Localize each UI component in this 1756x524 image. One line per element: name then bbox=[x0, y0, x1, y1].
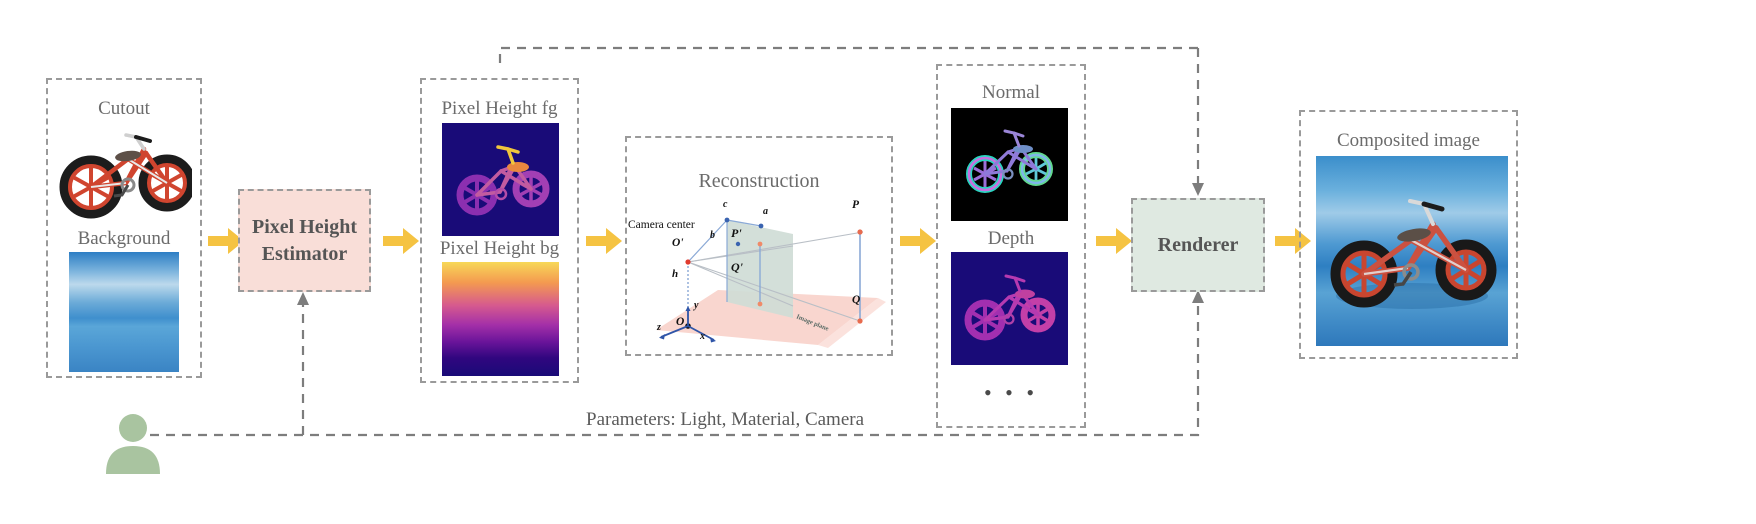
point-label-y: y bbox=[694, 300, 699, 311]
point-label-b: b bbox=[710, 230, 715, 241]
renderer-label: Renderer bbox=[1157, 233, 1239, 256]
point-label-h: h bbox=[672, 268, 679, 280]
point-label-a: a bbox=[763, 206, 768, 217]
camera-center-label: Camera center bbox=[628, 219, 695, 231]
estimator-label-line1: Pixel Height bbox=[252, 215, 357, 238]
composited-image-label: Composited image bbox=[1336, 130, 1480, 151]
point-label-p: P bbox=[852, 199, 860, 211]
point-label-o-prime: O' bbox=[672, 237, 684, 249]
point-label-q: Q bbox=[852, 294, 861, 306]
background-label: Background bbox=[77, 228, 171, 249]
depth-map-image bbox=[951, 252, 1068, 365]
normal-label: Normal bbox=[981, 82, 1041, 103]
pixel-height-bg-label: Pixel Height bg bbox=[439, 238, 560, 259]
point-label-x: x bbox=[700, 331, 705, 342]
background-image bbox=[69, 252, 179, 372]
point-label-p-prime: P' bbox=[731, 226, 742, 240]
pixel-height-bg-image bbox=[442, 262, 559, 376]
more-buffers-ellipsis: • • • bbox=[983, 380, 1039, 405]
cutout-label: Cutout bbox=[98, 98, 150, 119]
arrow-pixelheight-to-reconstruction bbox=[586, 228, 622, 254]
reconstruction-illustration: Image plane bbox=[628, 190, 890, 350]
normal-map-image bbox=[951, 108, 1068, 221]
parameters-label: Parameters: Light, Material, Camera bbox=[586, 409, 865, 430]
point-label-q-prime: Q' bbox=[731, 260, 743, 274]
pixel-height-fg-label: Pixel Height fg bbox=[441, 98, 558, 119]
point-label-o: O bbox=[676, 316, 685, 328]
composited-image bbox=[1316, 156, 1508, 346]
point-label-z: z bbox=[657, 322, 661, 333]
arrow-buffers-to-renderer bbox=[1096, 228, 1132, 254]
estimator-label-line2: Estimator bbox=[261, 242, 348, 265]
arrow-estimator-to-pixelheight bbox=[383, 228, 419, 254]
point-label-c: c bbox=[723, 199, 728, 210]
arrow-reconstruction-to-buffers bbox=[900, 228, 936, 254]
diagram-canvas: Cutout Background Pixel Height Estimator… bbox=[0, 0, 1756, 524]
user-avatar-icon bbox=[100, 412, 166, 479]
pixel-height-fg-image bbox=[442, 123, 559, 236]
pixel-height-estimator-box[interactable]: Pixel Height Estimator bbox=[238, 189, 371, 292]
renderer-box[interactable]: Renderer bbox=[1131, 198, 1265, 292]
depth-label: Depth bbox=[987, 228, 1035, 249]
cutout-image bbox=[58, 125, 192, 219]
